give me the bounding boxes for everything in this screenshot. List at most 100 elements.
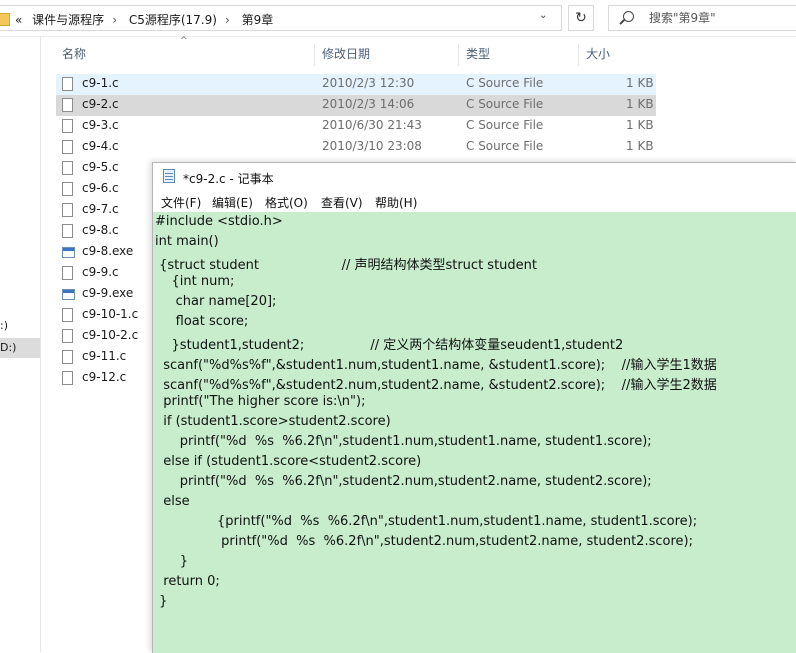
file-type: C Source File xyxy=(466,76,544,90)
file-row[interactable]: c9-11.c xyxy=(56,347,152,368)
sort-ascending-icon: ^ xyxy=(180,36,188,46)
file-size: 1 KB xyxy=(626,76,654,90)
file-row[interactable]: c9-9.exe xyxy=(56,284,152,305)
file-row[interactable]: c9-8.exe xyxy=(56,242,152,263)
code-line: printf("%d %s %6.2f\n",student1.num,stud… xyxy=(155,434,652,449)
breadcrumb-separator-icon[interactable]: › xyxy=(112,13,117,27)
code-line: float score; xyxy=(155,314,249,329)
search-box[interactable] xyxy=(608,5,796,31)
c-file-icon xyxy=(62,350,73,364)
file-name: c9-11.c xyxy=(82,349,127,363)
menu-file[interactable]: 文件(F) xyxy=(161,194,201,211)
c-file-icon xyxy=(62,77,73,91)
search-input[interactable] xyxy=(649,11,789,25)
navigation-pane: :) D:) xyxy=(0,36,41,652)
file-name: c9-1.c xyxy=(82,76,119,90)
file-row[interactable]: c9-8.c xyxy=(56,221,152,242)
file-date: 2010/2/3 12:30 xyxy=(322,76,415,90)
file-name: c9-3.c xyxy=(82,118,119,132)
notepad-title: *c9-2.c - 记事本 xyxy=(183,172,274,186)
file-type: C Source File xyxy=(466,118,544,132)
column-divider[interactable] xyxy=(458,44,459,66)
breadcrumb: « 课件与源程序 › C5源程序(17.9) › 第9章 xyxy=(15,11,279,28)
file-size: 1 KB xyxy=(626,97,654,111)
exe-file-icon xyxy=(62,289,75,300)
c-file-icon xyxy=(62,329,73,343)
file-row-selected[interactable]: c9-2.c 2010/2/3 14:06 C Source File 1 KB xyxy=(56,95,656,116)
c-file-icon xyxy=(62,203,73,217)
file-name: c9-9.exe xyxy=(82,286,134,300)
code-line: int main() xyxy=(155,234,219,249)
code-line: {struct student // 声明结构体类型struct student xyxy=(155,258,537,273)
address-dropdown-icon[interactable]: ⌄ xyxy=(539,10,547,21)
file-row[interactable]: c9-10-1.c xyxy=(56,305,152,326)
breadcrumb-item-c5-source[interactable]: C5源程序(17.9) xyxy=(129,13,217,27)
code-line: else if (student1.score<student2.score) xyxy=(155,454,422,469)
file-name: c9-12.c xyxy=(82,370,127,384)
file-name: c9-7.c xyxy=(82,202,119,216)
file-size: 1 KB xyxy=(626,118,654,132)
file-name: c9-10-2.c xyxy=(82,328,139,342)
column-header-size[interactable]: 大小 xyxy=(586,44,610,66)
c-file-icon xyxy=(62,371,73,385)
file-row[interactable]: c9-7.c xyxy=(56,200,152,221)
menu-format[interactable]: 格式(O) xyxy=(265,194,308,211)
nav-item-drive-b[interactable]: D:) xyxy=(0,338,40,358)
file-date: 2010/6/30 21:43 xyxy=(322,118,422,132)
file-row[interactable]: c9-6.c xyxy=(56,179,152,200)
file-size: 1 KB xyxy=(626,139,654,153)
code-line: printf("The higher score is:\n"); xyxy=(155,394,366,409)
file-date: 2010/3/10 23:08 xyxy=(322,139,422,153)
c-file-icon xyxy=(62,266,73,280)
file-name: c9-6.c xyxy=(82,181,119,195)
file-name: c9-8.c xyxy=(82,223,119,237)
breadcrumb-item-courseware[interactable]: 课件与源程序 xyxy=(32,13,104,27)
column-divider[interactable] xyxy=(314,44,315,66)
exe-file-icon xyxy=(62,247,75,258)
file-row[interactable]: c9-9.c xyxy=(56,263,152,284)
notepad-icon xyxy=(163,169,175,183)
menu-edit[interactable]: 编辑(E) xyxy=(212,194,253,211)
code-line: scanf("%d%s%f",&student2.num,student2.na… xyxy=(155,378,717,393)
menu-view[interactable]: 查看(V) xyxy=(321,194,363,211)
file-row[interactable]: c9-4.c 2010/3/10 23:08 C Source File 1 K… xyxy=(56,137,656,158)
file-name: c9-9.c xyxy=(82,265,119,279)
file-name: c9-4.c xyxy=(82,139,119,153)
notepad-menu-bar: 文件(F) 编辑(E) 格式(O) 查看(V) 帮助(H) xyxy=(153,190,796,212)
notepad-title-bar[interactable]: *c9-2.c - 记事本 xyxy=(153,163,796,190)
code-line: char name[20]; xyxy=(155,294,277,309)
c-file-icon xyxy=(62,161,73,175)
refresh-button[interactable]: ↻ xyxy=(568,5,594,31)
c-file-icon xyxy=(62,119,73,133)
file-name: c9-2.c xyxy=(82,97,119,111)
notepad-text-area[interactable]: #include <stdio.h> int main() {struct st… xyxy=(153,212,796,653)
breadcrumb-item-chapter9[interactable]: 第9章 xyxy=(242,13,274,27)
explorer-address-bar: « 课件与源程序 › C5源程序(17.9) › 第9章 ⌄ ↻ xyxy=(0,0,796,37)
column-header-date[interactable]: 修改日期 xyxy=(322,44,370,66)
file-name: c9-8.exe xyxy=(82,244,134,258)
c-file-icon xyxy=(62,308,73,322)
file-row[interactable]: c9-1.c 2010/2/3 12:30 C Source File 1 KB xyxy=(56,74,656,95)
column-header-type[interactable]: 类型 xyxy=(466,44,490,66)
file-row[interactable]: c9-10-2.c xyxy=(56,326,152,347)
code-line: if (student1.score>student2.score) xyxy=(155,414,391,429)
column-divider[interactable] xyxy=(578,44,579,66)
address-box[interactable]: « 课件与源程序 › C5源程序(17.9) › 第9章 ⌄ xyxy=(0,5,562,31)
file-name: c9-5.c xyxy=(82,160,119,174)
menu-help[interactable]: 帮助(H) xyxy=(375,194,417,211)
column-header-name[interactable]: 名称 xyxy=(62,44,86,66)
code-line: scanf("%d%s%f",&student1.num,student1.na… xyxy=(155,358,717,373)
breadcrumb-overflow[interactable]: « xyxy=(15,13,22,27)
file-row[interactable]: c9-3.c 2010/6/30 21:43 C Source File 1 K… xyxy=(56,116,656,137)
file-row[interactable]: c9-5.c xyxy=(56,158,152,179)
breadcrumb-separator-icon[interactable]: › xyxy=(225,13,230,27)
code-line: } xyxy=(155,554,189,569)
code-line: {printf("%d %s %6.2f\n",student1.num,stu… xyxy=(155,514,698,529)
code-line: {int num; xyxy=(155,274,235,289)
notepad-window: *c9-2.c - 记事本 文件(F) 编辑(E) 格式(O) 查看(V) 帮助… xyxy=(152,162,796,653)
file-row[interactable]: c9-12.c xyxy=(56,368,152,389)
file-type: C Source File xyxy=(466,139,544,153)
code-line: else xyxy=(155,494,190,509)
code-line: #include <stdio.h> xyxy=(155,214,283,229)
nav-item-drive-a[interactable]: :) xyxy=(0,316,40,336)
